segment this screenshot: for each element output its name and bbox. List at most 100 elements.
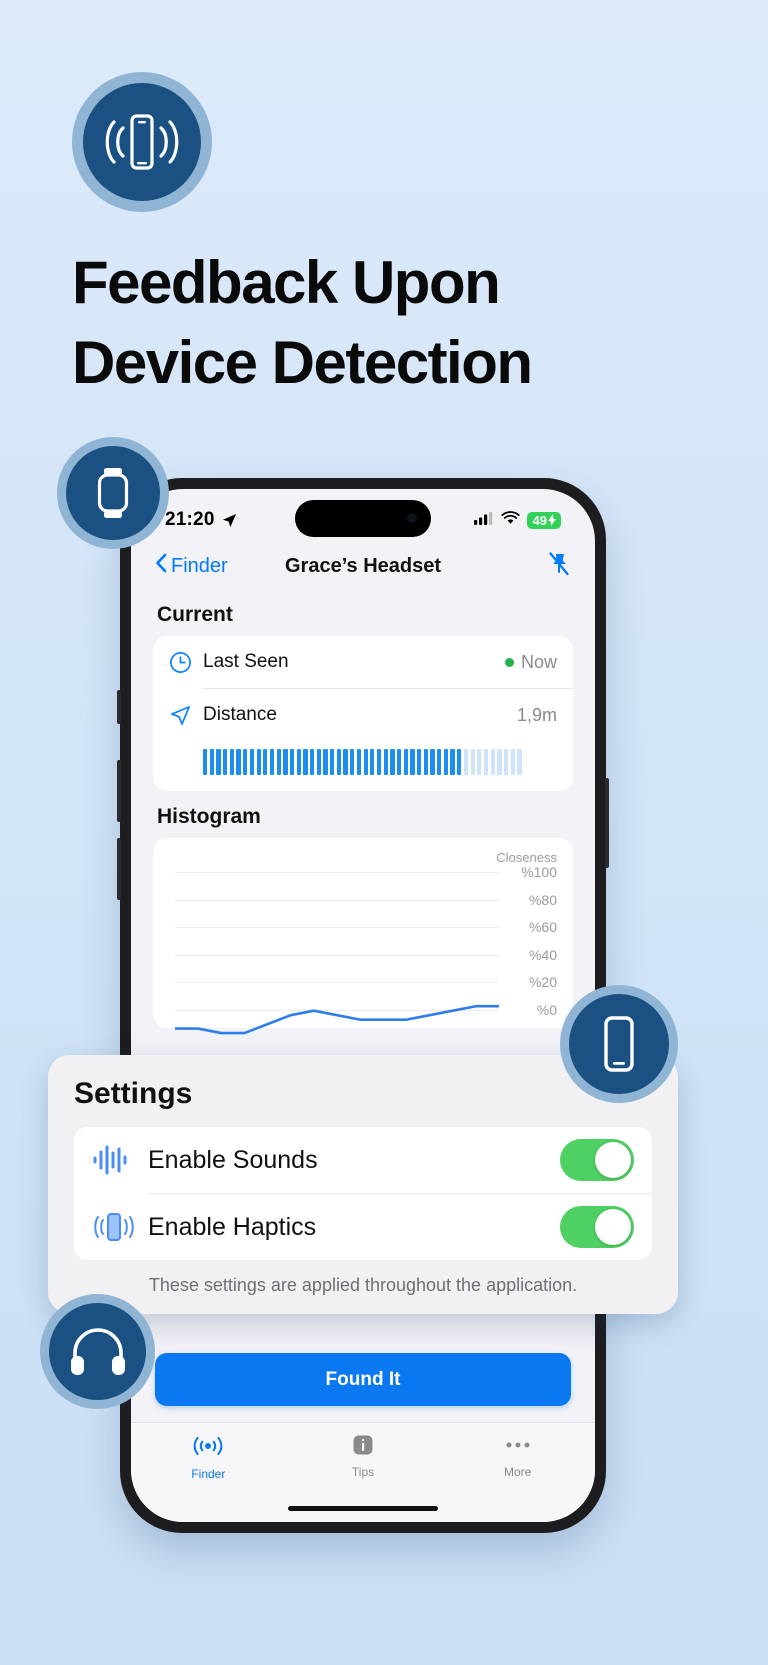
meter-bar xyxy=(256,749,261,775)
status-badge: 49 xyxy=(526,511,561,529)
back-label: Finder xyxy=(171,554,228,577)
meter-bar xyxy=(423,749,428,775)
chart-y-tick-label: %20 xyxy=(528,974,557,991)
tab-tips[interactable]: Tips xyxy=(286,1434,441,1479)
meter-bar xyxy=(236,749,241,775)
wifi-icon xyxy=(500,510,520,530)
meter-bar xyxy=(510,749,515,775)
tab-label: Finder xyxy=(191,1467,226,1481)
back-button[interactable]: Finder xyxy=(155,553,228,579)
page-title: Feedback Upon Device Detection xyxy=(72,243,692,403)
found-it-button[interactable]: Found It xyxy=(155,1353,571,1406)
setting-label: Enable Sounds xyxy=(148,1145,318,1174)
meter-bar xyxy=(350,749,355,775)
chart-y-tick-label: %40 xyxy=(528,946,557,963)
home-indicator[interactable] xyxy=(288,1506,438,1511)
meter-bar xyxy=(517,749,522,775)
headphones-icon xyxy=(49,1303,146,1400)
meter-bar xyxy=(503,749,509,775)
toggle-knob xyxy=(595,1142,631,1178)
volume-down-button[interactable] xyxy=(117,838,121,900)
row-last-seen[interactable]: Last Seen Now xyxy=(153,636,573,688)
phone-badge xyxy=(560,985,678,1103)
meter-bar xyxy=(323,749,328,775)
row-label: Distance xyxy=(203,704,277,725)
settings-panel: Settings Enable Sounds Enable Haptics Th… xyxy=(48,1055,678,1314)
meter-bar xyxy=(410,749,415,775)
meter-bar xyxy=(276,749,281,775)
meter-bar xyxy=(229,749,235,775)
tab-label: Tips xyxy=(351,1465,375,1479)
clock-icon xyxy=(169,651,203,674)
tab-label: More xyxy=(504,1465,532,1479)
meter-bar xyxy=(457,749,462,775)
power-button[interactable] xyxy=(605,778,609,868)
meter-bar xyxy=(463,749,469,775)
distance-signal-meter xyxy=(153,741,573,791)
tab-more[interactable]: More xyxy=(440,1434,595,1479)
chart-legend: Closeness xyxy=(496,850,557,865)
found-it-label: Found It xyxy=(325,1368,401,1390)
pin-slash-icon[interactable] xyxy=(547,551,571,582)
navigation-arrow-icon xyxy=(169,704,203,727)
headphones-badge xyxy=(40,1294,155,1409)
toggle-enable-haptics[interactable] xyxy=(560,1206,634,1248)
meter-bar xyxy=(390,749,395,775)
row-value-container: Now xyxy=(504,652,557,673)
current-card: Last Seen Now Distance 1,9m xyxy=(153,636,573,791)
phone-icon xyxy=(569,994,669,1094)
chart-y-tick-label: %100 xyxy=(521,864,557,880)
meter-bar xyxy=(450,749,455,775)
meter-bar xyxy=(483,749,489,775)
status-bar: 21:20 49 xyxy=(131,489,595,543)
meter-bar xyxy=(430,749,435,775)
row-distance[interactable]: Distance 1,9m xyxy=(153,689,573,741)
watch-badge xyxy=(57,437,169,549)
meter-bar xyxy=(403,749,408,775)
histogram-chart: Closeness %100 %80 %60 %40 %20 %0 xyxy=(167,850,559,1018)
meter-bar xyxy=(363,749,368,775)
row-label: Last Seen xyxy=(203,651,289,672)
tab-bar: Finder Tips More xyxy=(131,1422,595,1522)
dynamic-island xyxy=(295,500,431,537)
info-square-icon xyxy=(352,1434,374,1461)
meter-bar xyxy=(303,749,308,775)
meter-bar xyxy=(376,749,382,775)
current-section-heading: Current xyxy=(157,603,233,626)
meter-bar xyxy=(437,749,442,775)
settings-footnote: These settings are applied throughout th… xyxy=(148,1275,578,1295)
histogram-chart-card: Closeness %100 %80 %60 %40 %20 %0 xyxy=(153,838,573,1028)
setting-row-enable-haptics[interactable]: Enable Haptics xyxy=(74,1194,652,1260)
front-camera-icon xyxy=(407,513,417,523)
settings-card: Enable Sounds Enable Haptics xyxy=(74,1127,652,1260)
hero-badge xyxy=(72,72,212,212)
meter-bar xyxy=(417,749,422,775)
headline-line-1: Feedback Upon xyxy=(72,249,501,316)
meter-bar xyxy=(263,749,268,775)
meter-bar xyxy=(296,749,301,775)
live-status-dot xyxy=(504,657,514,667)
histogram-section-heading: Histogram xyxy=(157,805,261,828)
location-arrow-icon xyxy=(222,513,237,528)
meter-bar xyxy=(209,749,214,775)
meter-bar xyxy=(383,749,388,775)
meter-bar xyxy=(396,749,402,775)
tab-finder[interactable]: Finder xyxy=(131,1434,286,1481)
setting-row-enable-sounds[interactable]: Enable Sounds xyxy=(74,1127,652,1193)
meter-bar xyxy=(203,749,208,775)
meter-bar xyxy=(490,749,495,775)
phone-haptics-icon xyxy=(92,1209,148,1245)
ellipsis-icon xyxy=(504,1434,532,1461)
meter-bar xyxy=(283,749,288,775)
meter-bar xyxy=(330,749,335,775)
toggle-enable-sounds[interactable] xyxy=(560,1139,634,1181)
signal-waves-icon xyxy=(192,1434,224,1463)
chart-y-tick-label: %0 xyxy=(536,1002,557,1018)
meter-bar xyxy=(243,749,248,775)
meter-bar xyxy=(289,749,295,775)
meter-bar xyxy=(269,749,275,775)
setting-label: Enable Haptics xyxy=(148,1212,317,1241)
phone-mockup: 21:20 49 Finder Grace’s Headset Current … xyxy=(117,478,609,1533)
status-time: 21:20 xyxy=(165,509,215,530)
chart-y-tick-label: %80 xyxy=(528,891,557,908)
